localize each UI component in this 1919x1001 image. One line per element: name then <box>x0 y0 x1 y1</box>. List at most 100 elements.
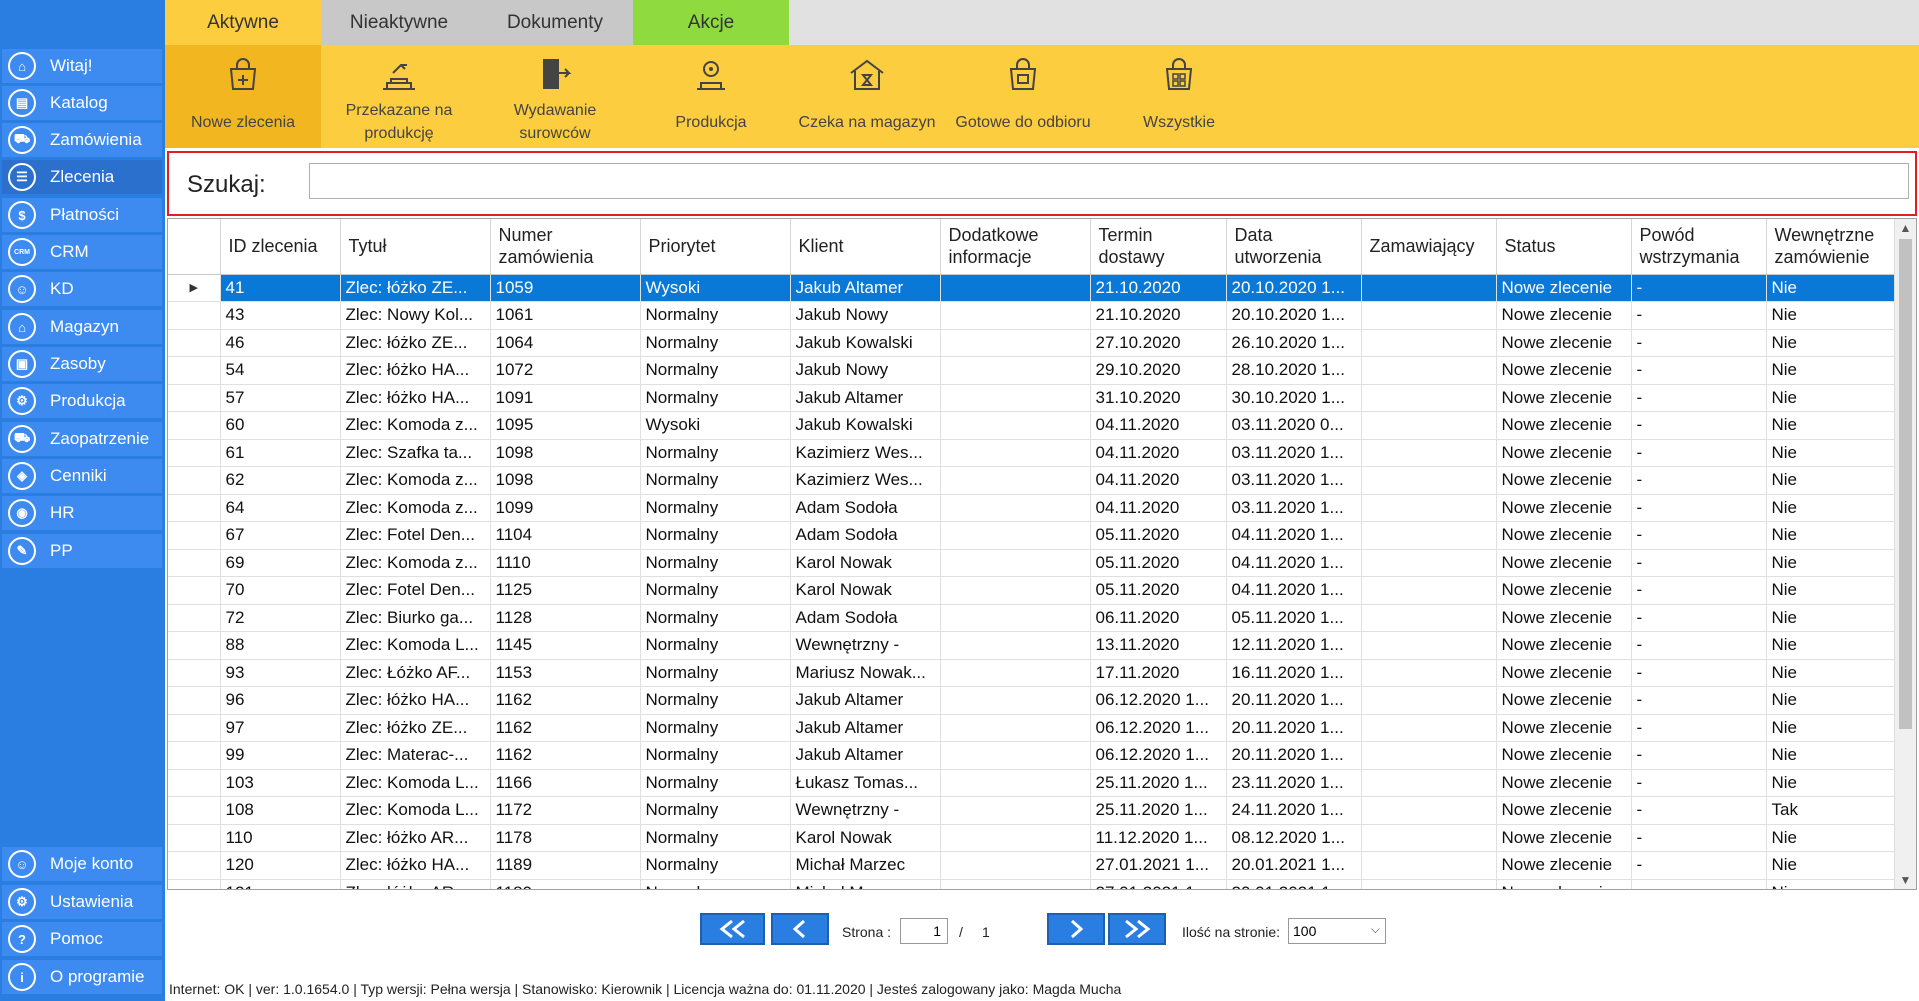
row-header[interactable] <box>168 411 221 440</box>
table-row[interactable]: 61 Zlec: Szafka ta... 1098 Normalny Kazimier… <box>168 439 1896 467</box>
table-cell: 1098 <box>490 466 641 495</box>
sidebar-item-produkcja[interactable]: ⚙ Produkcja <box>2 384 162 418</box>
sidebar-item-katalog[interactable]: ▤ Katalog <box>2 86 162 120</box>
per-page-select[interactable]: 100 ⌵ <box>1288 918 1386 944</box>
last-page-button[interactable] <box>1108 913 1166 945</box>
sidebar-item-moje-konto[interactable]: ☺ Moje konto <box>2 847 162 881</box>
column-header[interactable]: Priorytet <box>640 219 791 275</box>
tab-nieaktywne[interactable]: Nieaktywne <box>321 0 477 45</box>
column-header[interactable]: Tytuł <box>340 219 491 275</box>
table-row[interactable]: 43 Zlec: Nowy Kol... 1061 Normalny Jakub Now… <box>168 301 1896 330</box>
column-header[interactable]: Data utworzenia <box>1226 219 1362 275</box>
tab-dokumenty[interactable]: Dokumenty <box>477 0 633 45</box>
scroll-down-icon[interactable]: ▼ <box>1895 871 1916 889</box>
ribbon-material-release-button[interactable]: Wydawanie surowców <box>477 45 633 148</box>
column-header[interactable]: Numer zamówienia <box>490 219 641 275</box>
row-header[interactable] <box>168 631 221 660</box>
table-row[interactable]: 108 Zlec: Komoda L... 1172 Normalny Wewnętrz… <box>168 796 1896 825</box>
row-header[interactable] <box>168 769 221 797</box>
row-header[interactable] <box>168 714 221 742</box>
sidebar-item-crm[interactable]: CRM CRM <box>2 235 162 269</box>
column-header[interactable]: Powód wstrzymania <box>1631 219 1767 275</box>
table-row[interactable]: 88 Zlec: Komoda L... 1145 Normalny Wewnętrzn… <box>168 631 1896 660</box>
table-row[interactable]: 70 Zlec: Fotel Den... 1125 Normalny Karol No… <box>168 576 1896 605</box>
table-row[interactable]: 69 Zlec: Komoda z... 1110 Normalny Karol Now… <box>168 549 1896 577</box>
table-row[interactable]: 60 Zlec: Komoda z... 1095 Wysoki Jakub Kowal… <box>168 411 1896 440</box>
next-page-button[interactable] <box>1047 913 1105 945</box>
row-header[interactable] <box>168 851 221 880</box>
row-header[interactable] <box>168 796 221 825</box>
column-header[interactable]: Zamawiający <box>1361 219 1497 275</box>
page-number-input[interactable] <box>900 918 948 944</box>
column-header[interactable]: ID zlecenia <box>220 219 341 275</box>
row-header[interactable] <box>168 329 221 357</box>
column-header[interactable]: Status <box>1496 219 1632 275</box>
column-header[interactable]: Dodatkowe informacje <box>940 219 1091 275</box>
table-row[interactable]: 57 Zlec: łóżko HA... 1091 Normalny Jakub Alt… <box>168 384 1896 412</box>
sidebar-item-zlecenia[interactable]: ☰ Zlecenia <box>2 160 162 194</box>
ribbon-handed-to-production-button[interactable]: Przekazane na produkcję <box>321 45 477 148</box>
sidebar-item-cenniki[interactable]: ◈ Cenniki <box>2 459 162 493</box>
ribbon-ready-pickup-button[interactable]: Gotowe do odbioru <box>945 45 1101 148</box>
search-input[interactable] <box>309 163 1909 199</box>
table-row[interactable]: 110 Zlec: łóżko AR... 1178 Normalny Karol No… <box>168 824 1896 852</box>
sidebar-item-magazyn[interactable]: ⌂ Magazyn <box>2 310 162 344</box>
table-row[interactable]: 97 Zlec: łóżko ZE... 1162 Normalny Jakub Alt… <box>168 714 1896 742</box>
table-row[interactable]: 64 Zlec: Komoda z... 1099 Normalny Adam Sodo… <box>168 494 1896 522</box>
row-header[interactable] <box>168 879 221 889</box>
row-header[interactable] <box>168 521 221 550</box>
table-row[interactable]: ▶ 41 Zlec: łóżko ZE... 1059 Wysoki Jakub Alta… <box>168 274 1896 302</box>
ribbon-all-button[interactable]: Wszystkie <box>1101 45 1257 148</box>
table-row[interactable]: 54 Zlec: łóżko HA... 1072 Normalny Jakub Now… <box>168 356 1896 385</box>
row-header[interactable] <box>168 659 221 687</box>
sidebar-item-pp[interactable]: ✎ PP <box>2 534 162 568</box>
scrollbar-thumb[interactable] <box>1899 239 1912 729</box>
row-header[interactable] <box>168 439 221 467</box>
sidebar-item-o-programie[interactable]: i O programie <box>2 960 162 994</box>
first-page-button[interactable] <box>700 913 765 945</box>
table-row[interactable]: 62 Zlec: Komoda z... 1098 Normalny Kazimierz… <box>168 466 1896 495</box>
table-row[interactable]: 99 Zlec: Materac-... 1162 Normalny Jakub Alt… <box>168 741 1896 770</box>
sidebar-item-hr[interactable]: ◉ HR <box>2 496 162 530</box>
table-row[interactable]: 96 Zlec: łóżko HA... 1162 Normalny Jakub Alt… <box>168 686 1896 715</box>
row-header[interactable] <box>168 686 221 715</box>
sidebar-item-p-atno-ci[interactable]: $ Płatności <box>2 198 162 232</box>
ribbon-production-button[interactable]: Produkcja <box>633 45 789 148</box>
table-row[interactable]: 103 Zlec: Komoda L... 1166 Normalny Łukasz T… <box>168 769 1896 797</box>
tab-aktywne[interactable]: Aktywne <box>165 0 321 45</box>
table-row[interactable]: 67 Zlec: Fotel Den... 1104 Normalny Adam Sod… <box>168 521 1896 550</box>
row-header[interactable] <box>168 356 221 385</box>
column-header[interactable]: Wewnętrzne zamówienie <box>1766 219 1896 275</box>
row-header[interactable] <box>168 301 221 330</box>
row-header[interactable] <box>168 741 221 770</box>
column-header[interactable]: Klient <box>790 219 941 275</box>
table-row[interactable]: 121Zlec: łóżko AR...1189NormalnyMichał M… <box>168 879 1896 889</box>
row-header[interactable] <box>168 576 221 605</box>
sidebar-item-zaopatrzenie[interactable]: ⛟ Zaopatrzenie <box>2 422 162 456</box>
ribbon-waiting-warehouse-button[interactable]: Czeka na magazyn <box>789 45 945 148</box>
table-row[interactable]: 120 Zlec: łóżko HA... 1189 Normalny Michał M… <box>168 851 1896 880</box>
row-pointer-icon[interactable]: ▶ <box>168 274 221 302</box>
ribbon-new-orders-button[interactable]: Nowe zlecenia <box>165 45 321 148</box>
row-header[interactable] <box>168 549 221 577</box>
table-row[interactable]: 93 Zlec: Łóżko AF... 1153 Normalny Mariusz N… <box>168 659 1896 687</box>
row-header[interactable] <box>168 604 221 632</box>
scroll-up-icon[interactable]: ▲ <box>1895 219 1916 237</box>
row-header[interactable] <box>168 466 221 495</box>
sidebar-item-ustawienia[interactable]: ⚙ Ustawienia <box>2 885 162 919</box>
previous-page-button[interactable] <box>771 913 829 945</box>
sidebar-item-zam-wienia[interactable]: ⛟ Zamówienia <box>2 123 162 157</box>
sidebar-item-zasoby[interactable]: ▣ Zasoby <box>2 347 162 381</box>
vertical-scrollbar[interactable]: ▲ ▼ <box>1894 219 1916 889</box>
sidebar-item-witaj-[interactable]: ⌂ Witaj! <box>2 49 162 83</box>
row-header[interactable] <box>168 824 221 852</box>
table-row[interactable]: 46 Zlec: łóżko ZE... 1064 Normalny Jakub Kow… <box>168 329 1896 357</box>
table-cell: - <box>1631 356 1767 385</box>
row-header[interactable] <box>168 384 221 412</box>
sidebar-item-kd[interactable]: ☺ KD <box>2 272 162 306</box>
sidebar-item-pomoc[interactable]: ? Pomoc <box>2 922 162 956</box>
tab-akcje[interactable]: Akcje <box>633 0 789 45</box>
table-row[interactable]: 72 Zlec: Biurko ga... 1128 Normalny Adam Sod… <box>168 604 1896 632</box>
row-header[interactable] <box>168 494 221 522</box>
column-header[interactable]: Termin dostawy <box>1090 219 1227 275</box>
